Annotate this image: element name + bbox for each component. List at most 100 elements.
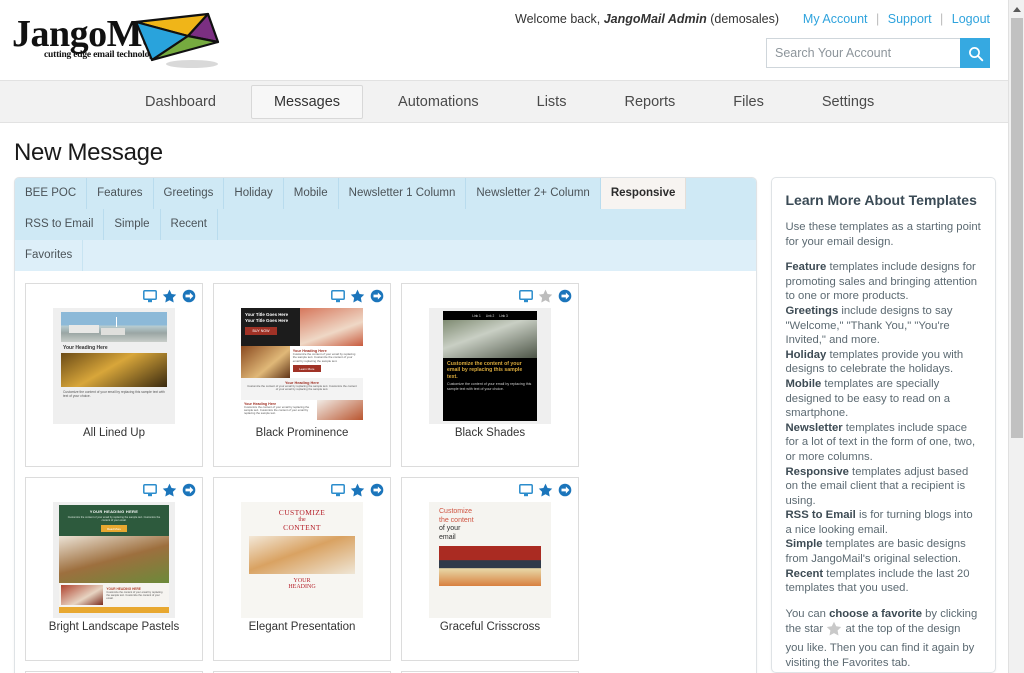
right-arrow-icon[interactable] (182, 483, 196, 497)
right-arrow-icon[interactable] (370, 483, 384, 497)
template-card[interactable]: Your Title Goes Here Your Title Goes Her… (213, 283, 391, 467)
star-icon[interactable] (538, 483, 553, 497)
template-name: Elegant Presentation (248, 621, 356, 633)
nav-item-files[interactable]: Files (710, 85, 787, 119)
template-category-tabs-row2: Favorites (15, 240, 756, 271)
term-rss-to-email: RSS to Email (785, 509, 856, 522)
term-simple: Simple (785, 538, 823, 551)
right-arrow-icon[interactable] (370, 289, 384, 303)
help-intro: Use these templates as a starting point … (785, 221, 981, 248)
template-grid: Your Heading Here Customize the content … (15, 271, 756, 673)
template-name: All Lined Up (82, 427, 145, 439)
thumb-button: BUY NOW (245, 327, 277, 336)
thumb-heading-3: of your (439, 525, 461, 533)
template-name: Black Shades (454, 427, 526, 439)
term-holiday: Holiday (785, 348, 827, 361)
star-icon[interactable] (350, 483, 365, 497)
template-thumbnail: Your Title Goes Here Your Title Goes Her… (241, 308, 363, 424)
welcome-spacer (787, 12, 794, 26)
tab-responsive[interactable]: Responsive (600, 178, 687, 209)
scrollbar-thumb[interactable] (1011, 18, 1023, 438)
monitor-icon[interactable] (331, 289, 345, 303)
nav-item-messages[interactable]: Messages (250, 84, 364, 119)
link-separator-2: | (940, 12, 944, 26)
nav-item-dashboard[interactable]: Dashboard (122, 85, 239, 119)
thumb-heading-1: CUSTOMIZE (278, 508, 326, 517)
tab-holiday[interactable]: Holiday (224, 178, 284, 209)
tab-bee-poc[interactable]: BEE POC (15, 178, 88, 209)
star-icon[interactable] (162, 289, 177, 303)
search-button[interactable] (960, 38, 990, 68)
monitor-icon[interactable] (143, 483, 157, 497)
term-greetings: Greetings (785, 304, 839, 317)
term-recent: Recent (785, 567, 824, 580)
card-icon-group (143, 483, 196, 497)
right-arrow-icon[interactable] (182, 289, 196, 303)
favorite-note-part1: You can (785, 607, 830, 620)
brand-logo[interactable]: JangoMail cutting edge email technology (12, 12, 227, 74)
site-header: JangoMail cutting edge email technology … (0, 0, 1008, 80)
term-responsive: Responsive (785, 465, 849, 478)
star-icon[interactable] (538, 289, 553, 303)
card-icon-group (331, 289, 384, 303)
thumb-footer-2: HEADING (288, 584, 316, 590)
right-arrow-icon[interactable] (558, 289, 572, 303)
tab-mobile[interactable]: Mobile (283, 178, 339, 209)
template-card[interactable]: Customize the content of your email Grac… (401, 477, 579, 661)
tab-newsletter-1-column[interactable]: Newsletter 1 Column (338, 178, 467, 209)
card-icon-group (519, 483, 572, 497)
nav-item-reports[interactable]: Reports (601, 85, 698, 119)
monitor-icon[interactable] (519, 289, 533, 303)
tab-simple[interactable]: Simple (104, 209, 161, 240)
template-card[interactable]: Link 1 Link 2 Link 3 Customize the conte… (401, 283, 579, 467)
welcome-username: JangoMail Admin (603, 12, 707, 26)
nav-item-automations[interactable]: Automations (375, 85, 502, 119)
help-descriptions: Feature templates include designs for pr… (786, 260, 982, 596)
thumb-heading: Your Title Goes Here Your Title Goes Her… (245, 312, 289, 323)
thumb-heading-3: CONTENT (283, 523, 321, 532)
nav-item-settings[interactable]: Settings (799, 85, 897, 119)
nav-item-lists[interactable]: Lists (514, 85, 590, 119)
card-icon-group (331, 483, 384, 497)
page-scrollbar[interactable] (1008, 0, 1024, 673)
thumb-button-2: Learn More (292, 365, 321, 373)
monitor-icon[interactable] (331, 483, 345, 497)
thumb-link-1: Link 1 (472, 313, 481, 318)
search-icon (969, 47, 984, 62)
tab-newsletter-2-column[interactable]: Newsletter 2+ Column (466, 178, 601, 209)
template-card[interactable]: YOUR HEADING HERE Customize the content … (25, 477, 203, 661)
tab-favorites[interactable]: Favorites (15, 240, 84, 271)
my-account-link[interactable]: My Account (803, 12, 868, 26)
template-card[interactable]: Your Heading Here Customize the content … (25, 283, 203, 467)
support-link[interactable]: Support (888, 12, 932, 26)
template-category-tabs: BEE POC Features Greetings Holiday Mobil… (15, 178, 756, 240)
tab-rss-to-email[interactable]: RSS to Email (15, 209, 105, 240)
template-name: Bright Landscape Pastels (48, 621, 180, 633)
thumb-body-2: Customize the content of your email by r… (247, 384, 357, 392)
main-navigation: Dashboard Messages Automations Lists Rep… (0, 80, 1008, 123)
star-icon[interactable] (162, 483, 177, 497)
help-panel-title: Learn More About Templates (785, 192, 977, 208)
term-mobile: Mobile (785, 377, 822, 390)
link-separator-1: | (876, 12, 880, 26)
tab-recent[interactable]: Recent (160, 209, 218, 240)
monitor-icon[interactable] (519, 483, 533, 497)
star-icon[interactable] (350, 289, 365, 303)
star-icon (826, 621, 842, 641)
tab-greetings[interactable]: Greetings (153, 178, 225, 209)
favorite-note-bold: choose a favorite (829, 607, 922, 620)
monitor-icon[interactable] (143, 289, 157, 303)
right-arrow-icon[interactable] (558, 483, 572, 497)
template-thumbnail: Customize the content of your email (429, 502, 551, 618)
template-browser: BEE POC Features Greetings Holiday Mobil… (14, 177, 757, 673)
template-card[interactable]: CUSTOMIZE the CONTENT YOUR HEADING Elega… (213, 477, 391, 661)
scrollbar-up-arrow[interactable] (1009, 0, 1024, 16)
thumb-body-2: Customize the content of your email by r… (106, 591, 163, 601)
search-input[interactable] (766, 38, 960, 68)
help-favorite-note: You can choose a favorite by clicking th… (786, 607, 982, 670)
tab-features[interactable]: Features (87, 178, 154, 209)
thumb-body: Customize the content of your email by r… (67, 516, 161, 523)
card-icon-group (143, 289, 196, 303)
kite-logo-icon (134, 12, 220, 68)
logout-link[interactable]: Logout (952, 12, 990, 26)
